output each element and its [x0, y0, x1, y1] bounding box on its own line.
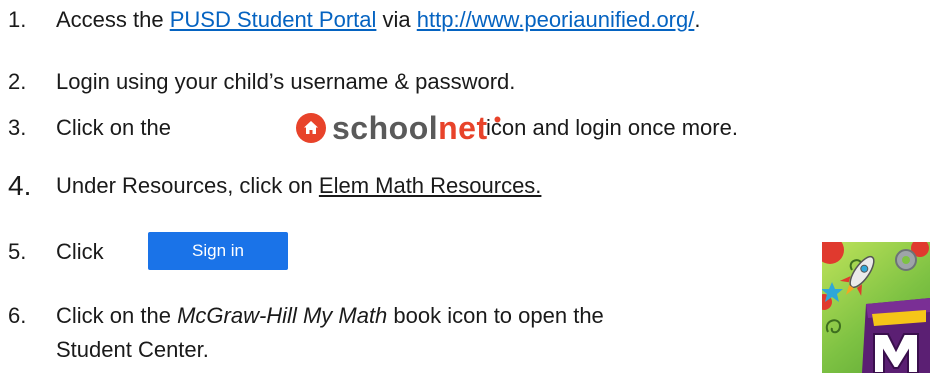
schoolnet-logo[interactable]: schoolnet •	[296, 107, 502, 148]
step-1-suffix: .	[694, 7, 701, 32]
step-number: 4.	[8, 170, 32, 201]
step-number: 3.	[8, 115, 27, 140]
step-6-suffix: book icon to open the	[387, 303, 604, 328]
my-math-book-icon[interactable]	[822, 242, 930, 373]
step-number: 1.	[8, 7, 27, 32]
step-1-middle: via	[376, 7, 417, 32]
elem-math-resources-link[interactable]: Elem Math Resources.	[319, 173, 542, 198]
step-5-prefix: Click	[56, 239, 104, 264]
pusd-student-portal-link[interactable]: PUSD Student Portal	[170, 7, 377, 32]
step-3-suffix: icon and login once more.	[486, 115, 738, 140]
home-icon	[296, 113, 326, 143]
step-4-prefix: Under Resources, click on	[56, 173, 319, 198]
step-number: 2.	[8, 69, 27, 94]
step-text: Under Resources, click on Elem Math Reso…	[56, 172, 541, 200]
peoriaunified-url-link[interactable]: http://www.peoriaunified.org/	[417, 7, 695, 32]
step-6-prefix: Click on the	[56, 303, 178, 328]
step-3-prefix: Click on the	[56, 115, 171, 140]
step-text: Access the PUSD Student Portal via http:…	[56, 6, 700, 34]
schoolnet-dot-icon: •	[493, 107, 502, 132]
book-title: McGraw-Hill My Math	[177, 303, 388, 328]
step-text: Login using your child’s username & pass…	[56, 69, 516, 94]
schoolnet-wordmark: schoolnet	[332, 110, 488, 146]
step-text: Click on the McGraw-Hill My Math book ic…	[56, 302, 604, 330]
sign-in-button[interactable]: Sign in	[148, 232, 288, 270]
step-6-continuation: Student Center.	[56, 337, 209, 362]
step-1-prefix: Access the	[56, 7, 170, 32]
step-number: 5.	[8, 239, 27, 264]
step-number: 6.	[8, 303, 27, 328]
